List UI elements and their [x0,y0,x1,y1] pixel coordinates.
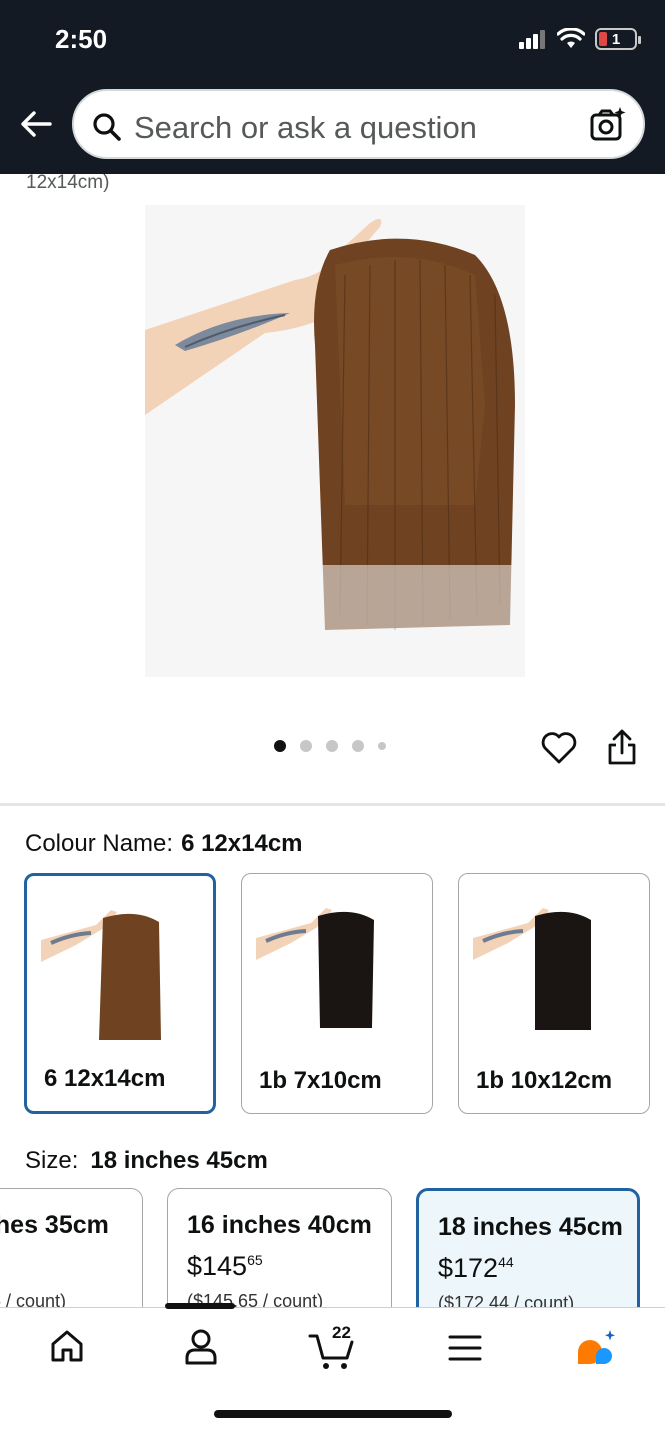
wifi-icon [557,28,585,48]
colour-option-thumbnail [256,908,374,1028]
home-indicator-bar [214,1410,452,1418]
colour-option[interactable]: 1b 7x10cm [241,873,433,1114]
battery-icon: 1 [595,28,641,50]
carousel-dot[interactable] [300,740,312,752]
status-time: 2:50 [55,24,108,54]
account-icon[interactable] [184,1328,218,1366]
size-label-row: Size: 18 inches 45cm [25,1147,268,1175]
menu-icon[interactable] [448,1334,482,1362]
size-label: Size: [25,1147,79,1174]
size-option-title: ches 35cm [0,1211,109,1239]
section-divider [0,803,665,806]
colour-option-label: 1b 10x12cm [476,1067,613,1094]
colour-option-label: 6 12x14cm [44,1065,166,1092]
colour-option[interactable]: 1b 10x12cm [458,873,650,1114]
bottom-nav: 22 [0,1303,665,1440]
status-icons: 1 [519,28,641,50]
share-icon[interactable] [606,729,638,767]
signal-icon [519,30,545,49]
carousel-dot[interactable] [326,740,338,752]
heart-icon[interactable] [541,731,577,765]
colour-option[interactable]: 6 12x14cm [24,873,216,1114]
price-fraction: 44 [498,1254,514,1270]
colour-label: Colour Name: [25,830,174,857]
top-header: 2:50 1 Search or ask a question [0,0,665,174]
product-title-fragment: 12x14cm) [26,172,110,193]
home-icon[interactable] [49,1328,85,1364]
colour-option-thumbnail [473,908,591,1030]
colour-selected-value: 6 12x14cm [181,830,303,857]
colour-option-thumbnail [41,910,161,1040]
size-option-title: 18 inches 45cm [438,1213,623,1241]
back-arrow-icon[interactable] [18,106,54,142]
camera-icon[interactable] [589,106,627,144]
product-image[interactable] [145,205,525,677]
battery-level: 1 [611,30,621,48]
size-option-title: 16 inches 40cm [187,1211,372,1239]
search-input[interactable]: Search or ask a question [134,110,477,146]
cart-count: 22 [332,1323,351,1342]
nav-active-indicator [165,1303,235,1309]
size-option-price: $17244 [438,1253,514,1283]
carousel-dot[interactable] [274,740,286,752]
size-option-price: $14565 [187,1251,263,1281]
colour-label-row: Colour Name: 6 12x14cm [25,830,303,858]
price-fraction: 65 [247,1252,263,1268]
colour-option-label: 1b 7x10cm [259,1067,382,1094]
rufus-assistant-icon[interactable] [574,1328,618,1368]
carousel-dot[interactable] [352,740,364,752]
search-bar[interactable]: Search or ask a question [72,89,645,159]
carousel-dots[interactable] [274,740,386,752]
carousel-dot[interactable] [378,742,386,750]
search-icon [93,113,121,141]
size-selected-value: 18 inches 45cm [90,1147,268,1174]
cart-nav-item[interactable]: 22 [308,1323,358,1370]
